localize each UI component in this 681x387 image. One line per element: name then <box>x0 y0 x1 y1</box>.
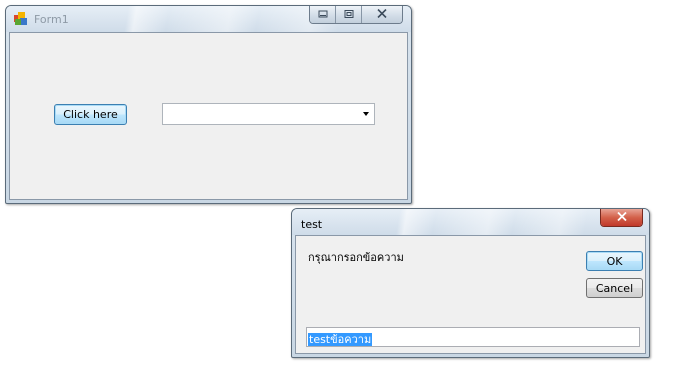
close-icon <box>616 211 628 224</box>
dialog-title: test <box>301 218 323 231</box>
maximize-button[interactable] <box>336 6 362 23</box>
cancel-button[interactable]: Cancel <box>586 278 643 298</box>
app-icon <box>14 12 28 26</box>
prompt-label: กรุณากรอกข้อความ <box>308 251 404 264</box>
test-dialog-titlebar[interactable]: test <box>292 209 649 235</box>
form1-titlebar[interactable]: Form1 <box>6 6 411 32</box>
form1-window: Form1 Click here <box>5 5 412 204</box>
dialog-close-button[interactable] <box>601 209 642 226</box>
form1-caption-buttons <box>309 6 403 24</box>
minimize-icon <box>318 8 328 21</box>
form1-close-button[interactable] <box>362 6 402 23</box>
message-input[interactable]: testข้อความ <box>306 327 640 347</box>
minimize-button[interactable] <box>310 6 336 23</box>
ok-button[interactable]: OK <box>586 251 643 271</box>
click-here-button[interactable]: Click here <box>54 104 127 125</box>
form1-title: Form1 <box>34 13 69 26</box>
maximize-icon <box>344 8 354 21</box>
dropdown-combobox[interactable] <box>162 103 375 125</box>
dialog-client-area: กรุณากรอกข้อความ OK Cancel testข้อความ <box>295 235 646 354</box>
chevron-down-icon[interactable] <box>363 112 369 116</box>
close-icon <box>376 8 388 21</box>
input-selected-text: testข้อความ <box>308 333 373 346</box>
test-dialog: test กรุณากรอกข้อความ OK Cancel testข้อค… <box>291 208 650 358</box>
dialog-caption-buttons <box>600 209 643 227</box>
form1-client-area: Click here <box>9 32 408 200</box>
